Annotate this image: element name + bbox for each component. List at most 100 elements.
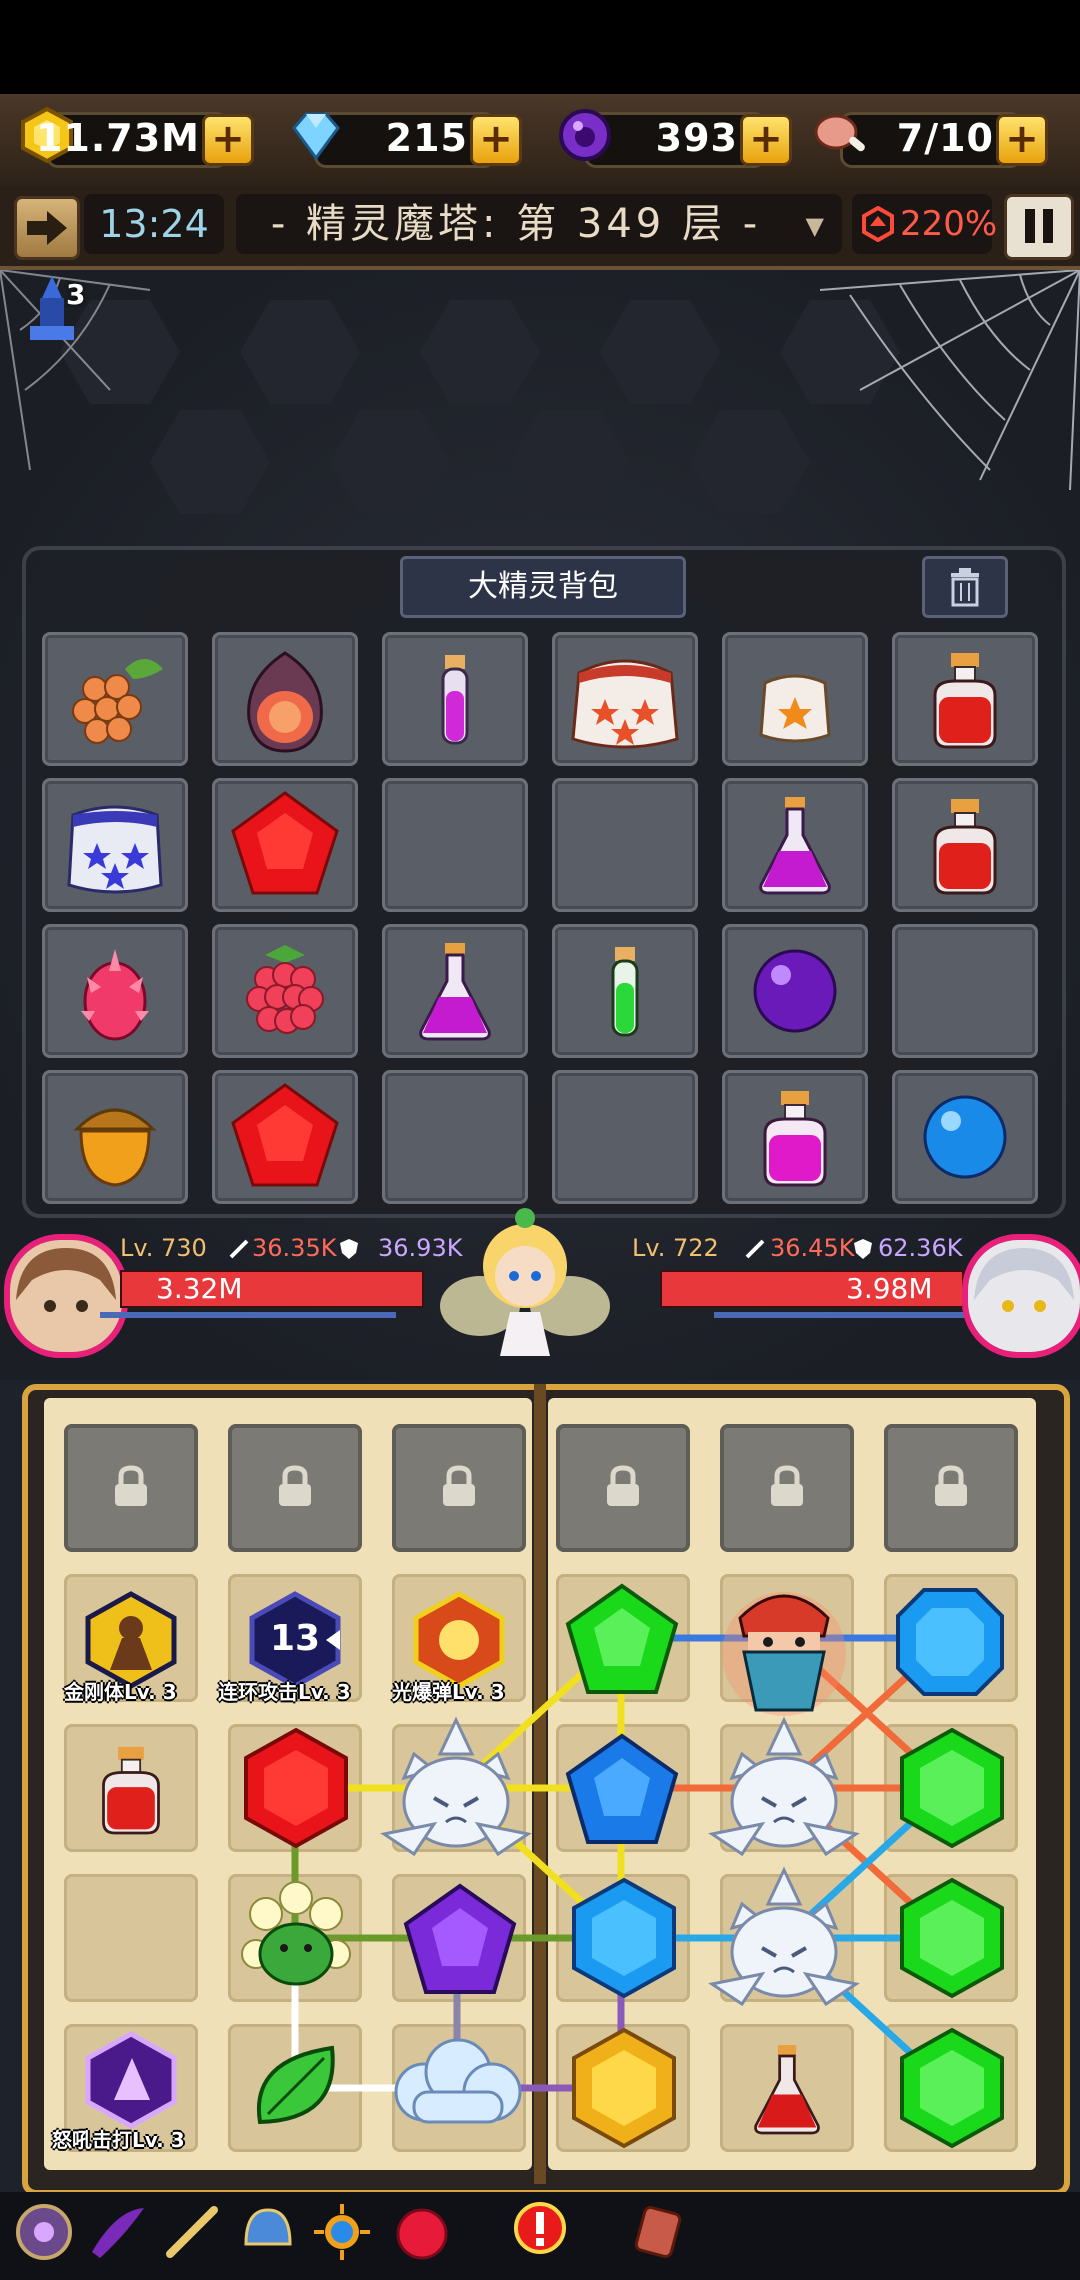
inventory-slot-purple-flask[interactable] [382,924,528,1058]
arrow-right-icon [27,211,67,245]
inventory-slot-fig[interactable] [212,632,358,766]
clock-display: 13:24 [84,194,224,254]
difficulty-percent: 220% [900,204,998,244]
enemy-mana-bar [714,1312,970,1318]
inventory-slot-blue-star-sack[interactable] [42,778,188,912]
ice-crystal-enemy-icon [708,1716,860,1857]
board-cell-locked[interactable] [556,1424,690,1552]
inventory-slot-red-gem[interactable] [212,1070,358,1204]
pause-button[interactable] [1004,194,1074,260]
shield-icon [340,1239,358,1259]
skill-piece-diamond-body[interactable] [66,1590,196,1690]
skill-label-roar-strike: 怒吼击打Lv. 3 [52,2128,185,2152]
sword-icon [229,1239,249,1259]
orange-star-sack-icon [759,674,831,743]
inventory-slot-raspberry[interactable] [212,924,358,1058]
skill-piece-light-bomb[interactable] [394,1590,524,1690]
compass-orb-icon[interactable] [12,2200,76,2264]
inventory-slot-empty[interactable] [382,778,528,912]
lock-icon [607,1465,639,1506]
scroll-icon[interactable] [626,2200,690,2264]
meat-icon [814,114,865,152]
enemy-hp: 3.98M [846,1272,933,1305]
green-gem-icon [900,1727,1004,1849]
inventory-slot-magenta-potion[interactable] [722,1070,868,1204]
combo-counter: 13 [270,1618,321,1659]
stamina-resource: 7/10 + [812,106,1048,168]
red-orb-item-icon[interactable] [390,2200,454,2264]
roar-strike-skill-icon [85,2031,177,2129]
inventory-slot-purple-vial[interactable] [382,632,528,766]
diamond-value: 215 [385,116,468,160]
inventory-slot-orange-star-sack[interactable] [722,632,868,766]
green-leaf-icon [256,2045,335,2125]
board-cell-locked[interactable] [720,1424,854,1552]
inventory-slot-red-star-sack[interactable] [552,632,698,766]
inventory-slot-empty[interactable] [552,778,698,912]
inventory-slot-grapes[interactable] [42,632,188,766]
light-bomb-skill-icon [413,1591,505,1689]
skill-label-diamond-body: 金刚体Lv. 3 [64,1680,177,1704]
purple-gem-icon [403,1883,517,1994]
fig-icon [247,651,323,753]
inventory-slot-red-potion[interactable] [892,632,1038,766]
sword-icon [745,1239,765,1259]
sun-amulet-icon[interactable] [310,2200,374,2264]
skill-piece-roar-strike[interactable] [66,2030,196,2130]
purple-orb-icon [559,109,611,161]
strong-body-skill-icon [85,1591,177,1689]
skill-label-combo-attack: 连环攻击Lv. 3 [218,1680,351,1704]
lock-icon [935,1465,967,1506]
masked-bandit-enemy-icon [722,1592,846,1716]
ice-crystal-enemy-icon [380,1716,532,1857]
inventory-slot-empty[interactable] [382,1070,528,1204]
inventory-slot-acorn[interactable] [42,1070,188,1204]
purple-flask-icon [759,797,831,895]
blue-orb-icon [923,1095,1007,1179]
enemy-level: Lv. 722 [632,1234,719,1262]
dragon-fruit-icon [81,949,149,1041]
inventory-slot-purple-flask[interactable] [722,778,868,912]
orb-plus-button[interactable]: + [740,114,792,166]
trash-button[interactable] [922,556,1008,618]
shadow-blade-icon[interactable] [86,2200,150,2264]
backpack-title: 大精灵背包 [400,556,686,618]
alert-icon[interactable] [508,2196,572,2260]
player-avatar[interactable] [4,1234,128,1358]
gold-plus-button[interactable]: + [202,114,254,166]
stamina-plus-button[interactable]: + [996,114,1048,166]
inventory-slot-red-gem[interactable] [212,778,358,912]
inventory-slot-blue-orb[interactable] [892,1070,1038,1204]
sword-icon[interactable] [160,2200,224,2264]
floor-title: - 精灵魔塔: 第 349 层 - [270,201,762,247]
diamond-icon [292,112,340,161]
floor-selector[interactable]: - 精灵魔塔: 第 349 层 - ▼ [236,194,842,254]
board-cell-locked[interactable] [884,1424,1018,1552]
orb-value: 393 [655,116,738,160]
diamond-plus-button[interactable]: + [470,114,522,166]
enemy-avatar[interactable] [962,1234,1080,1358]
board-cell-locked[interactable] [64,1424,198,1552]
red-potion-icon [102,1746,160,1835]
enemy-portrait-icon [968,1240,1080,1352]
player-portrait-icon [10,1240,122,1352]
board-cell-locked[interactable] [392,1424,526,1552]
exit-button[interactable] [14,196,80,260]
board-cell-locked[interactable] [228,1424,362,1552]
inventory-slot-green-vial[interactable] [552,924,698,1058]
gold-resource: 11.73M + [18,106,254,168]
red-star-sack-icon [571,659,679,749]
orb-resource: 393 + [556,106,792,168]
inventory-slot-empty[interactable] [892,924,1038,1058]
helmet-icon[interactable] [236,2200,300,2264]
info-bar: 13:24 - 精灵魔塔: 第 349 层 - ▼ 220% [0,186,1080,270]
flower-plant-enemy-icon [241,1881,351,1986]
inventory-slot-purple-orb[interactable] [722,924,868,1058]
inventory-slot-dragon-fruit[interactable] [42,924,188,1058]
inventory-slot-red-potion[interactable] [892,778,1038,912]
purple-orb-icon [753,949,837,1033]
enemy-attack: 36.45K [770,1234,855,1262]
player-level: Lv. 730 [120,1234,207,1262]
inventory-slot-empty[interactable] [552,1070,698,1204]
enemy-defense: 62.36K [878,1234,963,1262]
